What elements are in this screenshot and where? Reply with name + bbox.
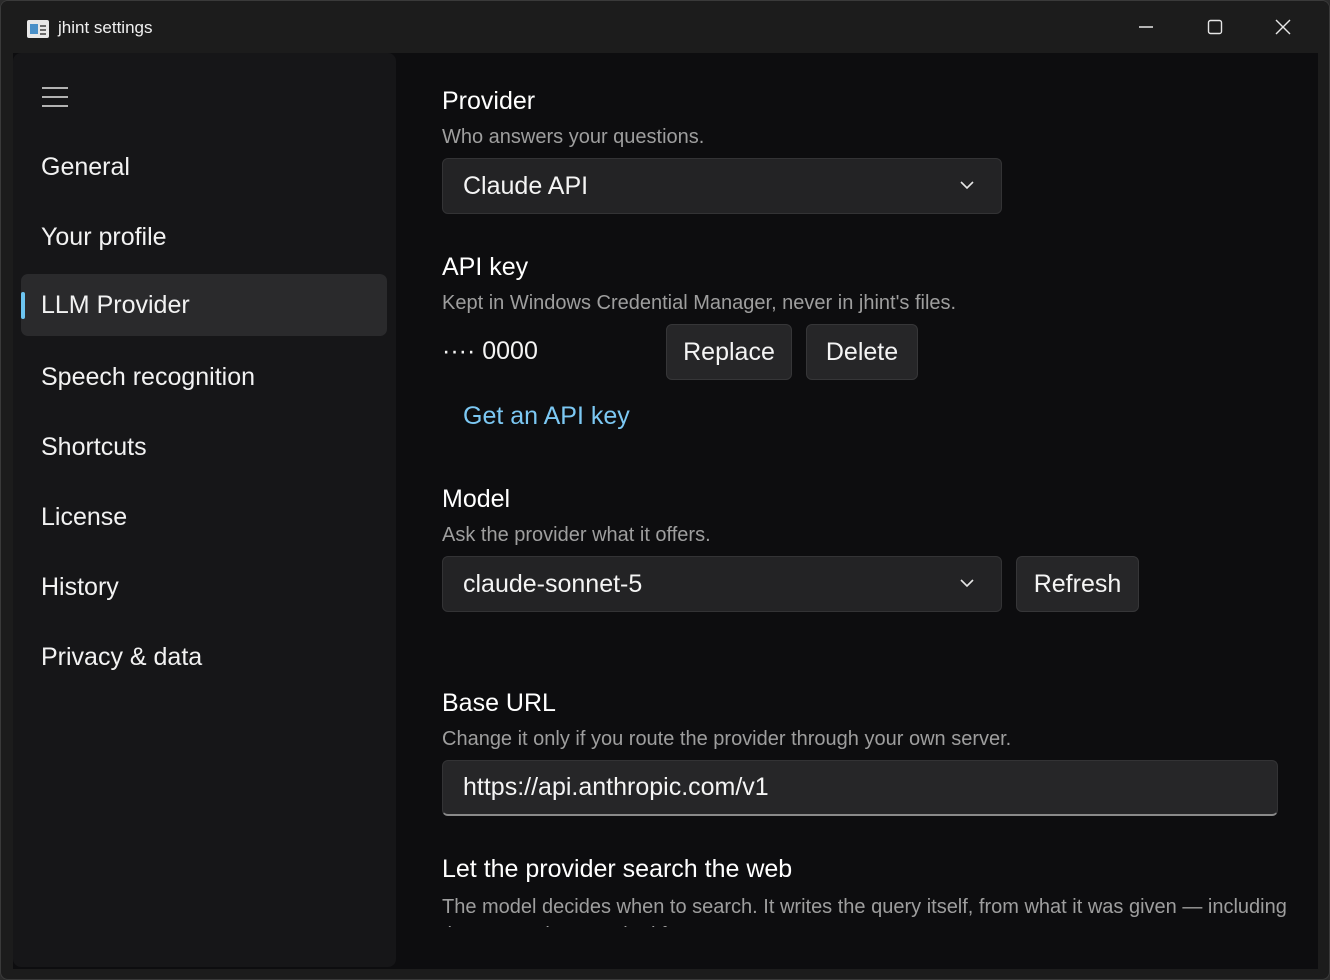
nav-item-label: Shortcuts <box>41 432 147 461</box>
base-url-input[interactable] <box>442 760 1278 816</box>
minimize-icon <box>1139 26 1153 28</box>
delete-key-button[interactable]: Delete <box>806 324 918 380</box>
chevron-down-icon <box>960 181 974 190</box>
maximize-icon <box>1207 19 1223 35</box>
nav-item-shortcuts[interactable]: Shortcuts <box>21 416 387 478</box>
api-key-masked-value: ···· 0000 <box>442 337 538 365</box>
nav-item-history[interactable]: History <box>21 556 387 618</box>
refresh-models-button[interactable]: Refresh <box>1016 556 1139 612</box>
nav-item-label: Your profile <box>41 222 167 251</box>
provider-description: Who answers your questions. <box>442 126 705 148</box>
model-dropdown[interactable]: claude-sonnet-5 <box>442 556 1002 612</box>
nav-item-your-profile[interactable]: Your profile <box>21 206 387 268</box>
api-key-title: API key <box>442 253 529 281</box>
nav-item-label: LLM Provider <box>41 290 190 319</box>
nav-item-privacy-data[interactable]: Privacy & data <box>21 626 387 688</box>
nav-item-label: Speech recognition <box>41 362 256 391</box>
nav-item-label: General <box>41 152 130 181</box>
navigation-pane: General Your profile LLM Provider Speech… <box>13 53 396 967</box>
content-area: General Your profile LLM Provider Speech… <box>13 53 1318 969</box>
nav-item-label: License <box>41 502 128 531</box>
base-url-description: Change it only if you route the provider… <box>442 728 1012 750</box>
close-icon <box>1275 19 1291 35</box>
nav-item-label: History <box>41 572 119 601</box>
maximize-button[interactable] <box>1181 1 1249 53</box>
title-bar[interactable]: jhint settings <box>1 1 1329 53</box>
web-search-description: The model decides when to search. It wri… <box>442 896 1287 927</box>
model-title: Model <box>442 485 511 513</box>
app-icon <box>27 20 49 38</box>
provider-title: Provider <box>442 87 536 115</box>
replace-key-button[interactable]: Replace <box>666 324 792 380</box>
nav-item-label: Privacy & data <box>41 642 203 671</box>
settings-window: jhint settings General Your profile LLM … <box>0 0 1330 980</box>
window-title: jhint settings <box>58 18 153 37</box>
provider-dropdown[interactable]: Claude API <box>442 158 1002 214</box>
nav-item-speech-recognition[interactable]: Speech recognition <box>21 346 387 408</box>
close-button[interactable] <box>1249 1 1317 53</box>
nav-item-llm-provider[interactable]: LLM Provider <box>21 274 387 336</box>
model-description: Ask the provider what it offers. <box>442 524 711 546</box>
selection-indicator <box>21 292 25 319</box>
base-url-title: Base URL <box>442 689 556 717</box>
nav-item-license[interactable]: License <box>21 486 387 548</box>
model-selected-value: claude-sonnet-5 <box>463 569 643 598</box>
api-key-description: Kept in Windows Credential Manager, neve… <box>442 292 957 314</box>
nav-item-general[interactable]: General <box>21 136 387 198</box>
replace-key-label: Replace <box>683 337 775 366</box>
chevron-down-icon <box>960 579 974 588</box>
hamburger-menu-icon <box>42 87 68 107</box>
minimize-button[interactable] <box>1112 1 1180 53</box>
provider-selected-value: Claude API <box>463 171 589 200</box>
refresh-label: Refresh <box>1033 569 1122 598</box>
get-api-key-link[interactable]: Get an API key <box>463 402 630 431</box>
menu-toggle-button[interactable] <box>31 77 79 117</box>
delete-key-label: Delete <box>825 337 899 366</box>
web-search-title: Let the provider search the web <box>442 855 793 883</box>
